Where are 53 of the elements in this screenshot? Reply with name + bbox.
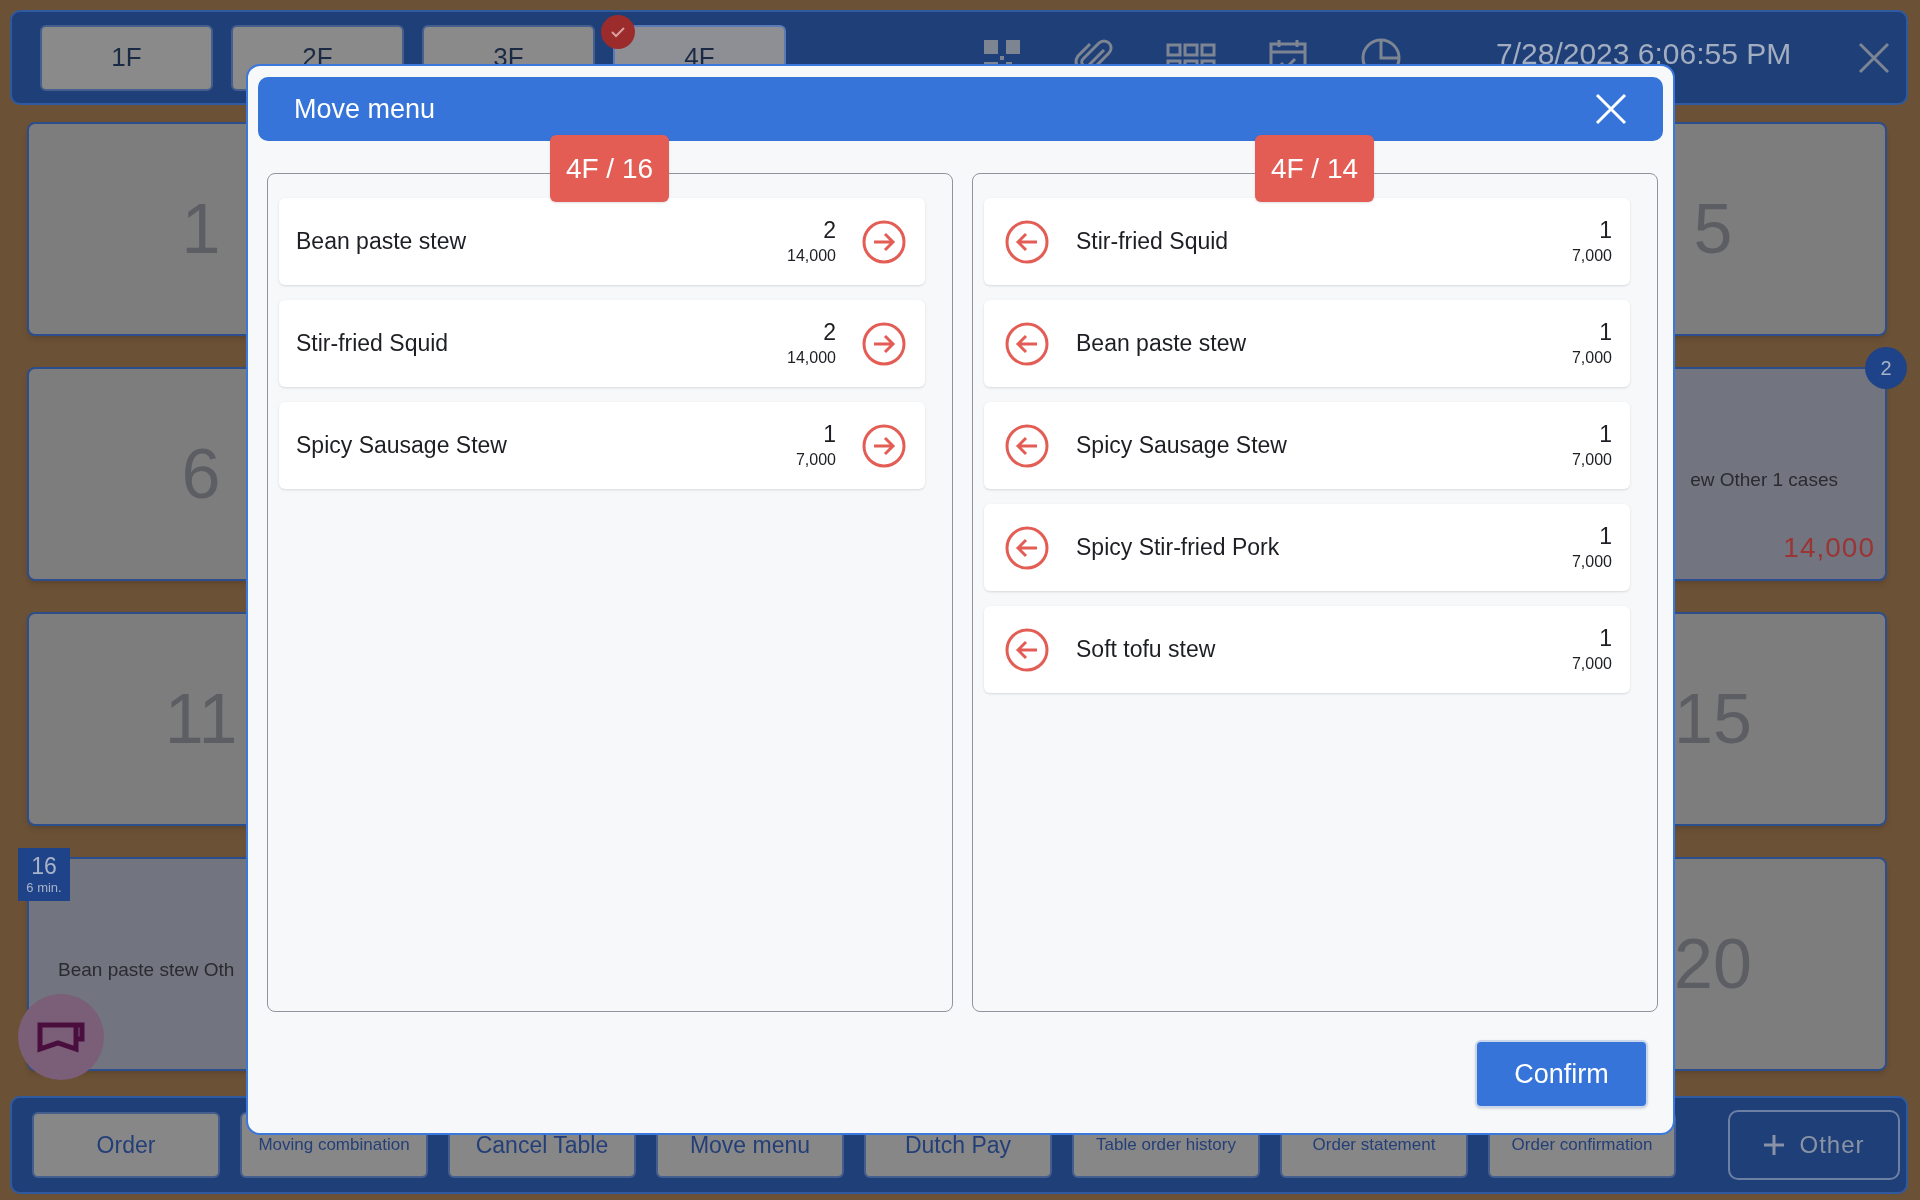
menu-item[interactable]: Stir-fried Squid 2 14,000	[279, 300, 925, 387]
order-summary: ew Other 1 cases	[1690, 468, 1838, 492]
item-quantity: 1	[1599, 219, 1612, 242]
arrow-left-icon[interactable]	[1004, 524, 1050, 571]
menu-item[interactable]: Spicy Stir-fried Pork 1 7,000	[984, 504, 1630, 591]
order-total: 14,000	[1783, 531, 1875, 565]
item-price: 7,000	[1571, 554, 1612, 570]
plus-icon	[1763, 1134, 1786, 1156]
confirm-button[interactable]: Confirm	[1475, 1040, 1648, 1108]
item-price: 7,000	[1571, 656, 1612, 672]
order-summary: Bean paste stew Oth	[58, 958, 235, 982]
item-quantity: 2	[823, 219, 836, 242]
arrow-right-icon[interactable]	[861, 422, 907, 469]
item-price: 7,000	[795, 452, 836, 468]
item-name: Bean paste stew	[1076, 329, 1248, 359]
table-badge: 4F / 16	[550, 135, 669, 202]
table-number: 16	[31, 855, 57, 878]
item-quantity: 2	[823, 321, 836, 344]
item-quantity: 1	[1599, 627, 1612, 650]
menu-item[interactable]: Spicy Sausage Stew 1 7,000	[984, 402, 1630, 489]
item-price: 14,000	[787, 350, 836, 366]
arrow-left-icon[interactable]	[1004, 218, 1050, 265]
item-price: 14,000	[787, 248, 836, 264]
menu-item[interactable]: Bean paste stew 2 14,000	[279, 198, 925, 285]
arrow-right-icon[interactable]	[861, 218, 907, 265]
date-time: 7/28/2023 6:06:55 PM	[1496, 36, 1792, 72]
item-price: 7,000	[1571, 350, 1612, 366]
item-name: Spicy Sausage Stew	[1076, 431, 1288, 461]
arrow-left-icon[interactable]	[1004, 626, 1050, 673]
item-quantity: 1	[1599, 423, 1612, 446]
floor-tab[interactable]: 1F	[40, 24, 213, 91]
close-icon[interactable]	[1857, 40, 1892, 75]
table-badge: 4F / 14	[1255, 135, 1374, 202]
menu-item[interactable]: Bean paste stew 1 7,000	[984, 300, 1630, 387]
item-name: Stir-fried Squid	[1076, 227, 1230, 257]
item-quantity: 1	[823, 423, 836, 446]
elapsed-time: 6 min.	[26, 881, 62, 894]
action-button[interactable]: Order	[32, 1112, 220, 1178]
item-price: 7,000	[1571, 248, 1612, 264]
menu-item[interactable]: Spicy Sausage Stew 1 7,000	[279, 402, 925, 489]
arrow-left-icon[interactable]	[1004, 422, 1050, 469]
item-price: 7,000	[1571, 452, 1612, 468]
count-badge: 2	[1865, 347, 1907, 389]
item-name: Spicy Stir-fried Pork	[1076, 533, 1281, 563]
item-name: Soft tofu stew	[1076, 635, 1217, 665]
check-badge-icon	[601, 14, 635, 49]
item-quantity: 1	[1599, 525, 1612, 548]
menu-item[interactable]: Soft tofu stew 1 7,000	[984, 606, 1630, 693]
close-icon[interactable]	[1595, 93, 1627, 125]
arrow-left-icon[interactable]	[1004, 320, 1050, 367]
menu-item[interactable]: Stir-fried Squid 1 7,000	[984, 198, 1630, 285]
arrow-right-icon[interactable]	[861, 320, 907, 367]
other-button[interactable]: Other	[1728, 1110, 1900, 1180]
